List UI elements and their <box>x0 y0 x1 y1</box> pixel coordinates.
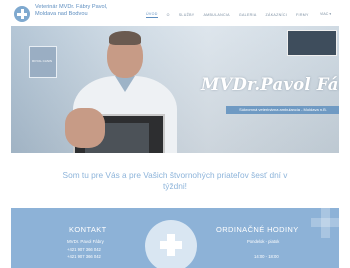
doctor-figure-arm <box>65 108 105 148</box>
hero-subtitle: Súkromná veterinárna ambulancia - Moldav… <box>226 106 339 114</box>
decorative-cross-vertical <box>321 208 330 238</box>
nav-item-zakaznici[interactable]: ZÁKAZNÍCI <box>266 13 287 17</box>
nav-item-firmy[interactable]: FIRMY <box>296 13 309 17</box>
hero-title: MVDr.Pavol Fábry <box>201 75 339 94</box>
cross-logo-icon[interactable] <box>14 6 30 22</box>
nav-item-viac[interactable]: VIAC ▾ <box>320 12 331 16</box>
poster-text: ROYAL CANIN <box>32 59 53 63</box>
brand-line2: Moldava nad Bodvou <box>35 11 88 18</box>
contact-mobile[interactable]: +421 907 366 042 <box>67 254 101 259</box>
hero-banner: ROYAL CANIN MVDr.Pavol Fábry Súkromná ve… <box>11 26 339 153</box>
nav-item-o[interactable]: O <box>167 13 170 17</box>
contact-title: KONTAKT <box>69 225 107 234</box>
nav-item-galeria[interactable]: GALERIA <box>239 13 257 17</box>
nav-item-sluzby[interactable]: SLUŽBY <box>179 13 195 17</box>
nav-item-uvod[interactable]: ÚVOD <box>146 12 158 18</box>
medical-cross-vertical <box>167 234 175 256</box>
tagline: Som tu pre Vás a pre Vašich štvornohých … <box>62 170 288 191</box>
wall-poster: ROYAL CANIN <box>29 46 57 78</box>
logo-cross-vertical <box>20 9 24 19</box>
site-brand[interactable]: Veterinár MVDr. Fábry Pavol, Moldava nad… <box>35 4 115 18</box>
hours-title: ORDINAČNÉ HODINY <box>216 225 299 234</box>
medical-cross-icon <box>145 220 197 268</box>
main-nav: ÚVOD O SLUŽBY AMBULANCIA GALERIA ZÁKAZNÍ… <box>146 11 318 19</box>
site-header: Veterinár MVDr. Fábry Pavol, Moldava nad… <box>0 0 350 26</box>
contact-name: MVDr. Pavol Fábry <box>67 239 104 244</box>
hours-time: 14:00 - 18:00 <box>254 254 279 259</box>
contact-phone[interactable]: +421 907 366 042 <box>67 247 101 252</box>
hours-days: Pondelok - piatok <box>247 239 280 244</box>
wall-painting <box>287 30 337 56</box>
nav-item-ambulancia[interactable]: AMBULANCIA <box>203 13 229 17</box>
info-panel: KONTAKT MVDr. Pavol Fábry +421 907 366 0… <box>11 208 339 268</box>
brand-line1: Veterinár MVDr. Fábry Pavol, <box>35 4 108 10</box>
nav-more-label: VIAC <box>320 12 329 16</box>
doctor-figure-hair <box>109 31 141 45</box>
